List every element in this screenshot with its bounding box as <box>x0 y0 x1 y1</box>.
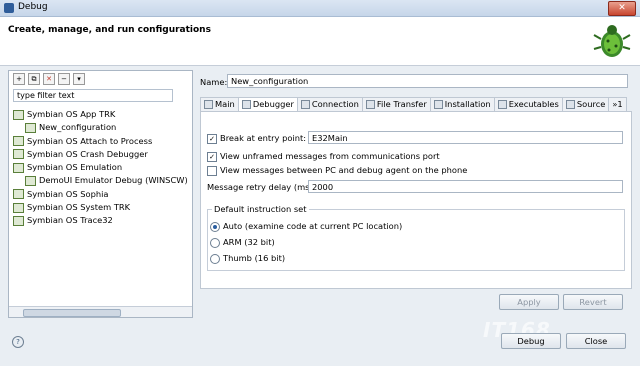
config-type-icon <box>13 189 24 200</box>
collapse-all-icon[interactable]: − <box>58 73 70 85</box>
debug-button[interactable]: Debug <box>501 333 561 349</box>
left-toolbar: + ⧉ ✕ − ▾ <box>13 73 85 85</box>
configuration-tree-pane: + ⧉ ✕ − ▾ type filter text Symbian OS Ap… <box>8 70 193 318</box>
tree-item[interactable]: Symbian OS Crash Debugger <box>13 148 189 161</box>
connection-tab-icon <box>300 100 310 109</box>
radio-auto[interactable]: Auto (examine code at current PC locatio… <box>210 221 402 232</box>
tab-overflow[interactable]: »1 <box>608 97 627 112</box>
config-icon <box>25 175 36 186</box>
tab-installation[interactable]: Installation <box>429 97 495 112</box>
view-messages-row: View messages between PC and debug agent… <box>207 165 467 176</box>
tree-item[interactable]: New_configuration <box>13 121 189 134</box>
config-type-icon <box>13 202 24 213</box>
tree-item[interactable]: Symbian OS Emulation <box>13 161 189 174</box>
installation-tab-icon <box>433 100 443 109</box>
revert-button[interactable]: Revert <box>563 294 623 310</box>
app-icon <box>4 3 14 13</box>
tab-executables[interactable]: Executables <box>493 97 563 112</box>
header-title: Create, manage, and run configurations <box>8 25 211 35</box>
delete-config-icon[interactable]: ✕ <box>43 73 55 85</box>
tree-item[interactable]: Symbian OS Attach to Process <box>13 135 189 148</box>
radio-thumb[interactable]: Thumb (16 bit) <box>210 253 285 264</box>
radio-auto-button[interactable] <box>210 221 220 232</box>
file-transfer-tab-icon <box>365 100 375 109</box>
duplicate-config-icon[interactable]: ⧉ <box>28 73 40 85</box>
name-input[interactable]: New_configuration <box>227 74 628 88</box>
break-at-entry-input[interactable]: E32Main <box>308 131 623 144</box>
break-at-entry-checkbox[interactable]: ✓ <box>207 133 217 144</box>
tab-connection[interactable]: Connection <box>296 97 363 112</box>
instruction-set-label: Default instruction set <box>212 204 309 214</box>
window-title: Debug <box>18 2 48 12</box>
scrollbar-thumb[interactable] <box>23 309 121 317</box>
close-button[interactable]: Close <box>566 333 626 349</box>
radio-arm[interactable]: ARM (32 bit) <box>210 237 275 248</box>
source-tab-icon <box>565 100 575 109</box>
config-type-icon <box>13 162 24 173</box>
break-at-entry-row: ✓ Break at entry point: <box>207 133 306 144</box>
radio-arm-button[interactable] <box>210 237 220 248</box>
tree-item[interactable]: DemoUI Emulator Debug (WINSCW) <box>13 174 189 187</box>
window-close-button[interactable]: ✕ <box>608 1 636 16</box>
tab-file-transfer[interactable]: File Transfer <box>361 97 431 112</box>
name-label: Name: <box>200 77 228 87</box>
config-type-icon <box>13 215 24 226</box>
tab-bar: Main Debugger Connection File Transfer I… <box>200 97 627 113</box>
view-messages-checkbox[interactable] <box>207 165 217 176</box>
tree-item[interactable]: Symbian OS System TRK <box>13 201 189 214</box>
tree-item[interactable]: Symbian OS Sophia <box>13 188 189 201</box>
title-bar: Debug ✕ <box>0 0 640 17</box>
main-tab-icon <box>204 100 213 109</box>
executables-tab-icon <box>497 100 507 109</box>
config-tree: Symbian OS App TRK New_configuration Sym… <box>13 108 189 228</box>
filter-icon[interactable]: ▾ <box>73 73 85 85</box>
configuration-editor: Name: New_configuration Main Debugger Co… <box>197 70 632 316</box>
filter-input[interactable]: type filter text <box>13 89 173 102</box>
new-config-icon[interactable]: + <box>13 73 25 85</box>
debugger-panel: ✓ Break at entry point: E32Main ✓ View unf… <box>200 111 632 289</box>
dialog-header: Create, manage, and run configurations <box>0 17 640 66</box>
debugger-tab-icon <box>241 100 251 109</box>
tree-item[interactable]: Symbian OS Trace32 <box>13 214 189 227</box>
help-icon[interactable]: ? <box>12 336 24 348</box>
config-type-icon <box>13 109 24 120</box>
tab-source[interactable]: Source <box>561 97 610 112</box>
config-icon <box>25 122 36 133</box>
config-type-icon <box>13 136 24 147</box>
retry-delay-input[interactable]: 2000 <box>308 180 623 193</box>
config-type-icon <box>13 149 24 160</box>
unframed-row: ✓ View unframed messages from communicati… <box>207 151 440 162</box>
unframed-messages-checkbox[interactable]: ✓ <box>207 151 217 162</box>
horizontal-scrollbar[interactable] <box>9 306 192 317</box>
tab-main[interactable]: Main <box>200 97 239 112</box>
apply-button[interactable]: Apply <box>499 294 559 310</box>
tree-item[interactable]: Symbian OS App TRK <box>13 108 189 121</box>
instruction-set-group: Default instruction set Auto (examine co… <box>207 204 625 271</box>
bug-icon <box>593 25 631 57</box>
radio-thumb-button[interactable] <box>210 253 220 264</box>
retry-delay-label: Message retry delay (ms): <box>207 182 316 192</box>
